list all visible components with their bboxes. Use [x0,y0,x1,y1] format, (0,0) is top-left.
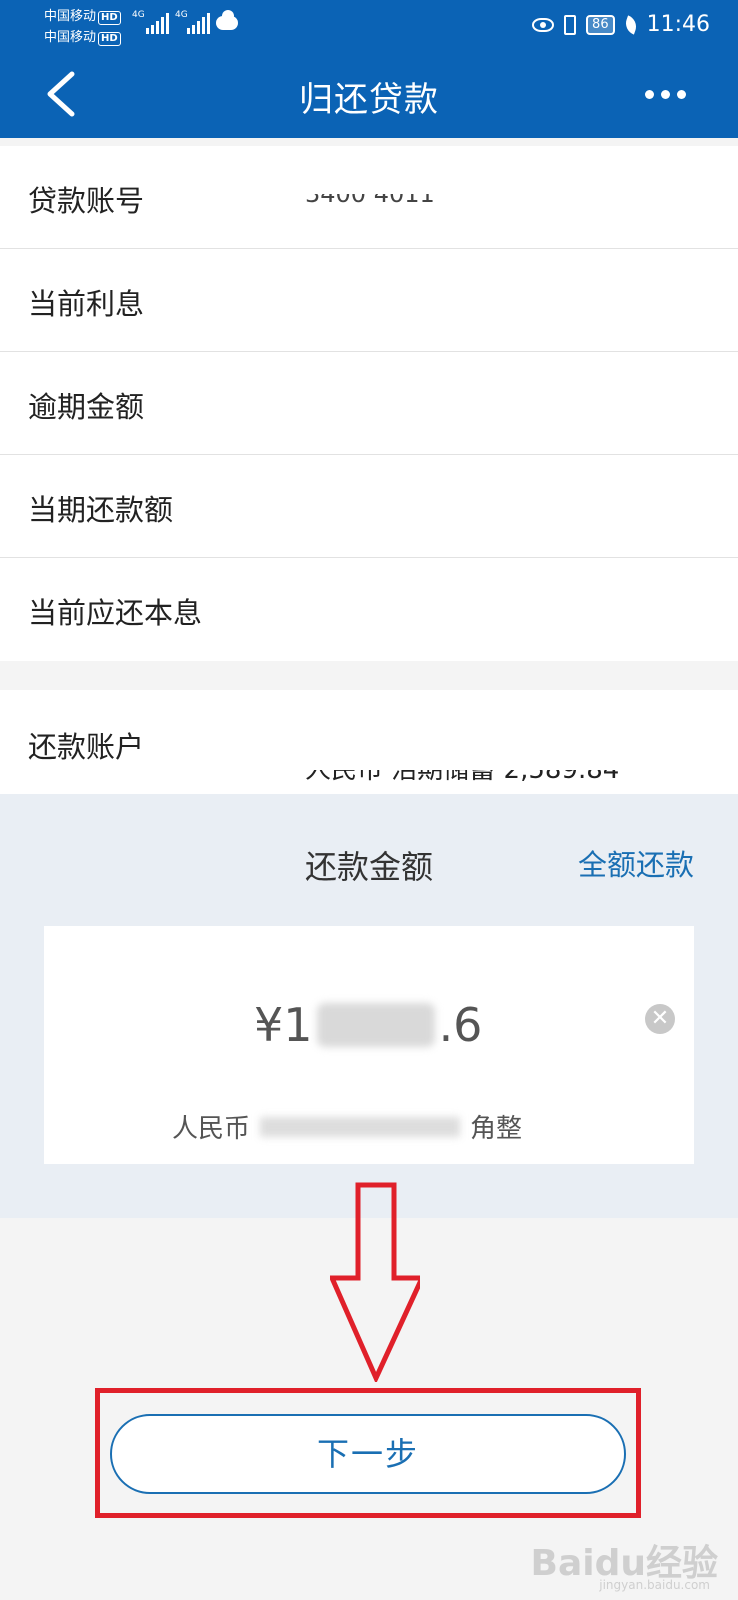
amount-section: 还款金额 全额还款 ¥ 1 .6 ✕ 人民币 角整 [0,794,738,1218]
words-prefix: 人民币 [172,1114,251,1144]
loan-info-list: 贷款账号 3400 4011 当前利息 逾期金额 当期还款额 当前应还本息 [0,146,738,661]
network-type-2: 4G [175,10,188,20]
signal-icon: 4G [132,10,169,34]
annotation-arrow-icon [330,1182,420,1382]
repay-account-value: 人民币 活期储蓄 2,589.84 [305,770,620,785]
amount-input-card[interactable]: ¥ 1 .6 ✕ 人民币 角整 [44,926,694,1164]
clear-icon[interactable]: ✕ [645,1004,675,1034]
cloud-icon [216,10,238,30]
row-label: 当期还款额 [28,493,174,527]
vibrate-icon [564,14,577,35]
row-label: 当前应还本息 [28,596,203,630]
signal-icon: 4G [175,10,210,34]
network-type-1: 4G [132,10,145,20]
row-label: 逾期金额 [28,390,145,424]
full-repay-link[interactable]: 全额还款 [578,842,694,884]
status-right: 86 11:46 [532,12,710,37]
list-item-period-repayment: 当期还款额 [0,455,738,558]
watermark-url: jingyan.baidu.com [599,1578,710,1592]
page-title: 归还贷款 [299,80,439,120]
eye-icon [532,17,555,32]
list-item-current-interest: 当前利息 [0,249,738,352]
amount-suffix: .6 [438,998,483,1052]
hd-badge: HD [98,32,121,46]
amount-in-words: 人民币 角整 [172,1108,522,1145]
more-icon[interactable] [645,90,686,99]
carrier-1: 中国移动 [44,9,97,24]
repay-account-label: 还款账户 [28,730,145,764]
list-item-loan-account: 贷款账号 3400 4011 [0,146,738,249]
amount-prefix: 1 [283,998,313,1052]
leaf-icon [622,14,639,35]
app-header: 中国移动 HD 中国移动 HD 4G 4G 86 11:46 归还贷款 [0,0,738,138]
hd-badge: HD [98,11,121,25]
repay-account-row[interactable]: 还款账户 人民币 活期储蓄 2,589.84 [0,690,738,794]
masked-words [260,1116,461,1137]
carrier-info: 中国移动 HD 中国移动 HD [44,6,121,48]
row-label: 贷款账号 [28,184,145,218]
currency-symbol: ¥ [254,998,284,1052]
loan-account-value: 3400 4011 [305,194,435,208]
amount-input[interactable]: ¥ 1 .6 [254,998,482,1052]
status-bar: 中国移动 HD 中国移动 HD 4G 4G 86 11:46 [0,0,738,56]
battery-icon: 86 [586,14,615,35]
row-label: 当前利息 [28,287,145,321]
masked-digits [316,1003,435,1047]
carrier-2: 中国移动 [44,30,97,45]
clock: 11:46 [646,12,710,37]
next-button[interactable]: 下一步 [110,1414,626,1494]
list-item-principal-interest: 当前应还本息 [0,558,738,661]
list-item-overdue-amount: 逾期金额 [0,352,738,455]
words-suffix: 角整 [470,1114,523,1144]
